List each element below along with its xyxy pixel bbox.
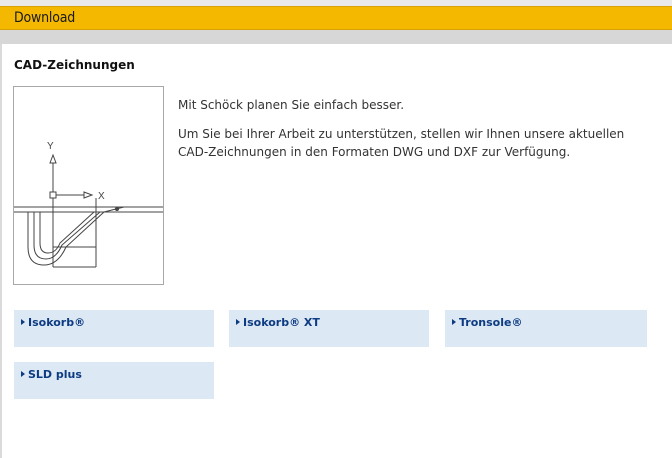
link-isokorb[interactable]: Isokorb® — [14, 310, 214, 347]
arrow-right-icon — [21, 319, 25, 325]
page-title: Download — [14, 10, 76, 26]
intro-paragraph-2: Um Sie bei Ihrer Arbeit zu unterstützen,… — [178, 127, 625, 159]
cad-axis-y-label: Y — [47, 141, 54, 152]
intro-paragraph-1: Mit Schöck planen Sie einfach besser. — [178, 98, 405, 112]
cad-drawing-image: Y X — [13, 86, 164, 285]
link-tronsole[interactable]: Tronsole® — [445, 310, 647, 347]
arrow-right-icon — [21, 371, 25, 377]
header-divider — [0, 30, 672, 44]
cad-axis-x-label: X — [98, 191, 105, 202]
intro-text: Mit Schöck planen Sie einfach besser. Um… — [178, 96, 628, 172]
link-label: Isokorb® XT — [243, 316, 320, 329]
link-label: Tronsole® — [459, 316, 523, 329]
arrow-right-icon — [236, 319, 240, 325]
link-sld-plus[interactable]: SLD plus — [14, 362, 214, 399]
link-isokorb-xt[interactable]: Isokorb® XT — [229, 310, 429, 347]
cad-drawing-svg: Y X — [14, 141, 163, 268]
left-border — [0, 44, 2, 458]
link-label: Isokorb® — [28, 316, 86, 329]
link-label: SLD plus — [28, 368, 82, 381]
section-title: CAD-Zeichnungen — [14, 58, 135, 72]
arrow-right-icon — [452, 319, 456, 325]
header-bar: Download — [0, 6, 672, 30]
